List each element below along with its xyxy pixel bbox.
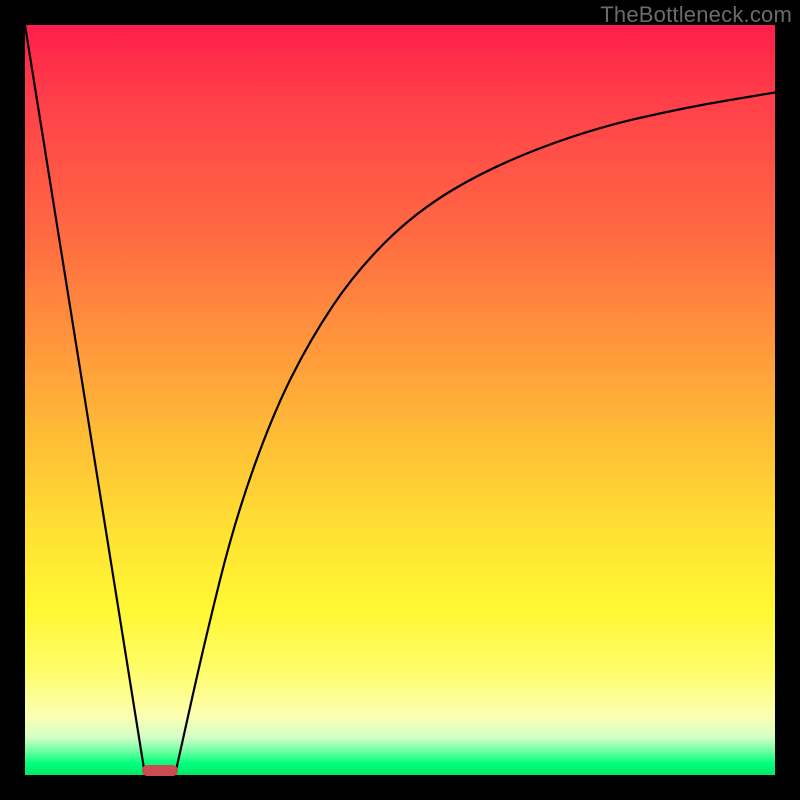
- watermark-text: TheBottleneck.com: [600, 2, 792, 28]
- chart-frame: TheBottleneck.com: [0, 0, 800, 800]
- optimal-marker: [142, 765, 178, 776]
- plot-gradient-background: [25, 25, 775, 775]
